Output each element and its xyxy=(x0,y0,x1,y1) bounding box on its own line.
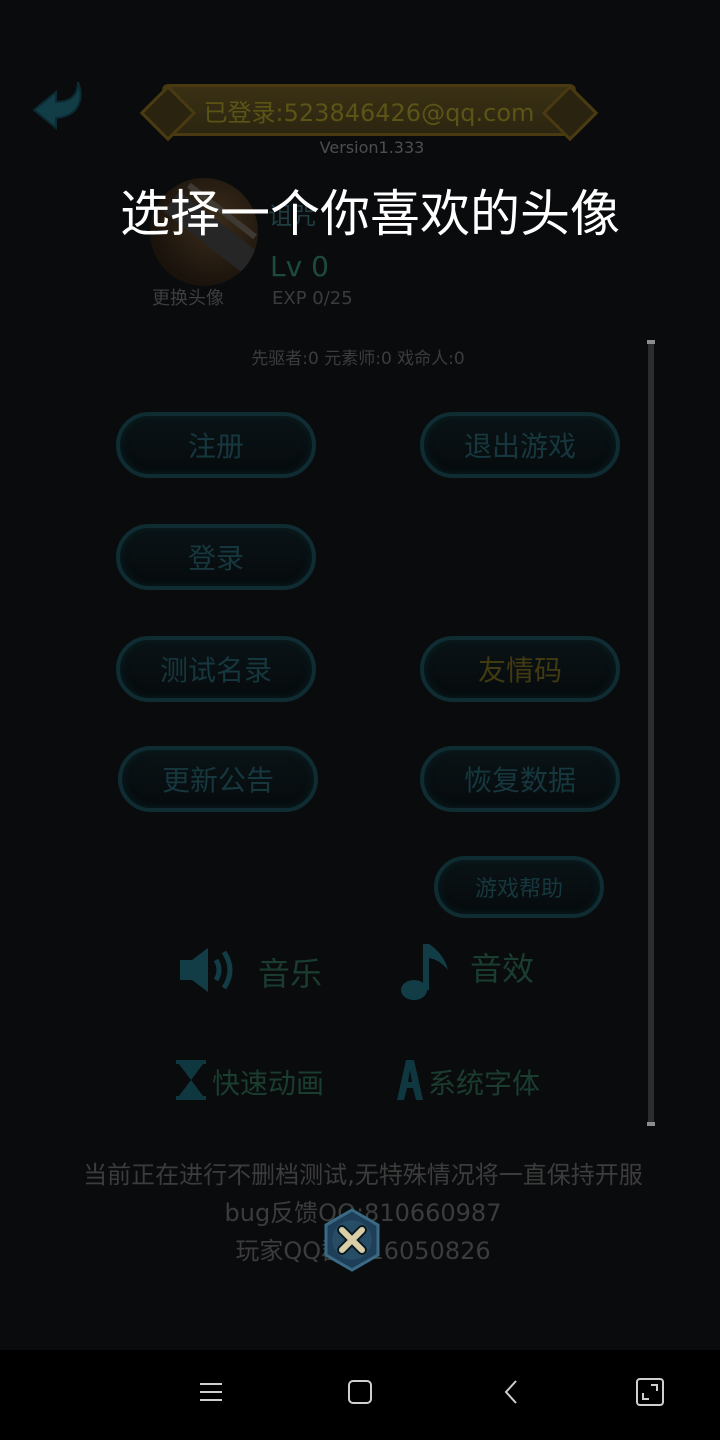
system-font-toggle[interactable]: 系统字体 xyxy=(396,1058,540,1106)
system-font-label: 系统字体 xyxy=(428,1067,541,1100)
player-level: Lv 0 xyxy=(270,250,329,283)
fast-anim-label: 快速动画 xyxy=(212,1067,325,1100)
update-notice-button[interactable]: 更新公告 xyxy=(118,746,318,812)
player-exp: EXP 0/25 xyxy=(272,288,353,309)
system-nav-bar xyxy=(0,1350,720,1440)
account-banner: 已登录:523846426@qq.com xyxy=(162,84,576,136)
scrollbar[interactable] xyxy=(646,340,656,1126)
account-status-text: 已登录:523846426@qq.com xyxy=(203,98,535,127)
notice-line-1: 当前正在进行不删档测试,无特殊情况将一直保持开服 xyxy=(83,1161,643,1189)
login-button[interactable]: 登录 xyxy=(116,524,316,590)
restore-data-button[interactable]: 恢复数据 xyxy=(420,746,620,812)
close-x-icon[interactable] xyxy=(320,1208,384,1272)
speaker-icon xyxy=(176,942,240,1002)
back-icon[interactable] xyxy=(490,1370,534,1414)
sound-label: 音效 xyxy=(470,950,535,988)
login-button-label: 登录 xyxy=(187,542,244,575)
restore-data-button-label: 恢复数据 xyxy=(463,764,576,797)
friend-code-button[interactable]: 友情码 xyxy=(420,636,620,702)
menu-icon[interactable] xyxy=(189,1370,233,1414)
hourglass-icon xyxy=(174,1058,208,1106)
back-arrow-icon[interactable] xyxy=(28,76,92,140)
game-help-button[interactable]: 游戏帮助 xyxy=(434,856,604,918)
change-avatar-label[interactable]: 更换头像 xyxy=(152,284,224,310)
music-note-icon xyxy=(398,940,454,1008)
exit-game-button[interactable]: 退出游戏 xyxy=(420,412,620,478)
update-notice-button-label: 更新公告 xyxy=(161,764,274,797)
friend-code-button-label: 友情码 xyxy=(477,654,562,687)
music-toggle[interactable]: 音乐 xyxy=(176,942,322,1002)
register-button[interactable]: 注册 xyxy=(116,412,316,478)
overlay-title: 选择一个你喜欢的头像 xyxy=(120,185,620,243)
fast-anim-toggle[interactable]: 快速动画 xyxy=(174,1058,324,1106)
home-icon[interactable] xyxy=(338,1370,382,1414)
version-label: Version1.333 xyxy=(319,138,425,157)
exit-game-button-label: 退出游戏 xyxy=(463,430,576,463)
music-label: 音乐 xyxy=(258,955,323,993)
test-list-button-label: 测试名录 xyxy=(159,654,272,687)
fullscreen-icon[interactable] xyxy=(628,1370,672,1414)
test-list-button[interactable]: 测试名录 xyxy=(116,636,316,702)
game-help-button-label: 游戏帮助 xyxy=(474,877,563,902)
class-stats: 先驱者:0 元素师:0 戏命人:0 xyxy=(251,349,465,369)
register-button-label: 注册 xyxy=(187,430,244,463)
sound-toggle[interactable]: 音效 xyxy=(398,940,534,1008)
font-a-icon xyxy=(396,1058,424,1106)
